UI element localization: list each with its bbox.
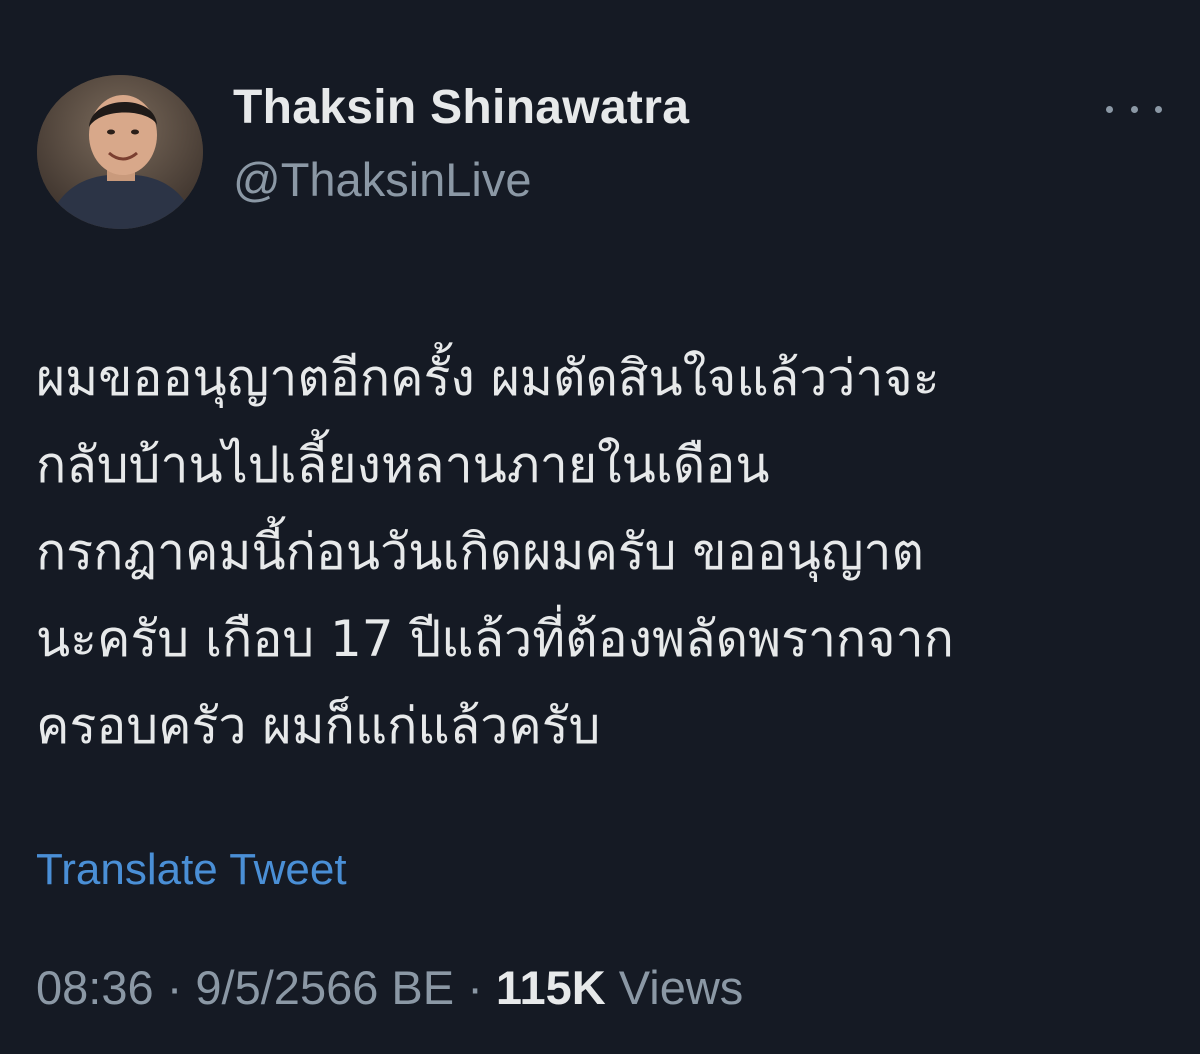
tweet-date[interactable]: 9/5/2566 BE	[195, 961, 454, 1014]
tweet-text-line: ผมขออนุญาตอีกครั้ง ผมตัดสินใจแล้วว่าจะ	[36, 349, 940, 407]
more-options-button[interactable]	[1106, 96, 1162, 122]
tweet-text-line: นะครับ เกือบ 17 ปีแล้วที่ต้องพลัดพรากจาก	[36, 610, 954, 668]
tweet-card: Thaksin Shinawatra @ThaksinLive ผมขออนุญ…	[0, 0, 1200, 1054]
more-horizontal-icon	[1106, 105, 1113, 113]
meta-separator: ·	[467, 961, 483, 1014]
views-count[interactable]: 115K	[496, 961, 606, 1014]
author-handle[interactable]: @ThaksinLive	[233, 152, 532, 207]
author-display-name[interactable]: Thaksin Shinawatra	[233, 80, 689, 135]
avatar[interactable]	[37, 75, 203, 229]
translate-tweet-link[interactable]: Translate Tweet	[36, 845, 347, 895]
tweet-metadata: 08:36 · 9/5/2566 BE · 115K Views	[36, 960, 743, 1015]
tweet-time[interactable]: 08:36	[36, 961, 154, 1014]
profile-photo-icon	[37, 75, 203, 229]
tweet-text-line: ครอบครัว ผมก็แก่แล้วครับ	[36, 697, 601, 755]
tweet-text-line: กลับบ้านไปเลี้ยงหลานภายในเดือน	[36, 436, 770, 494]
views-label[interactable]: Views	[619, 961, 744, 1014]
more-horizontal-icon	[1130, 105, 1138, 113]
tweet-text: ผมขออนุญาตอีกครั้ง ผมตัดสินใจแล้วว่าจะ ก…	[36, 335, 1156, 770]
meta-separator: ·	[166, 961, 183, 1014]
more-horizontal-icon	[1155, 105, 1162, 113]
tweet-text-line: กรกฎาคมนี้ก่อนวันเกิดผมครับ ขออนุญาต	[36, 523, 924, 581]
